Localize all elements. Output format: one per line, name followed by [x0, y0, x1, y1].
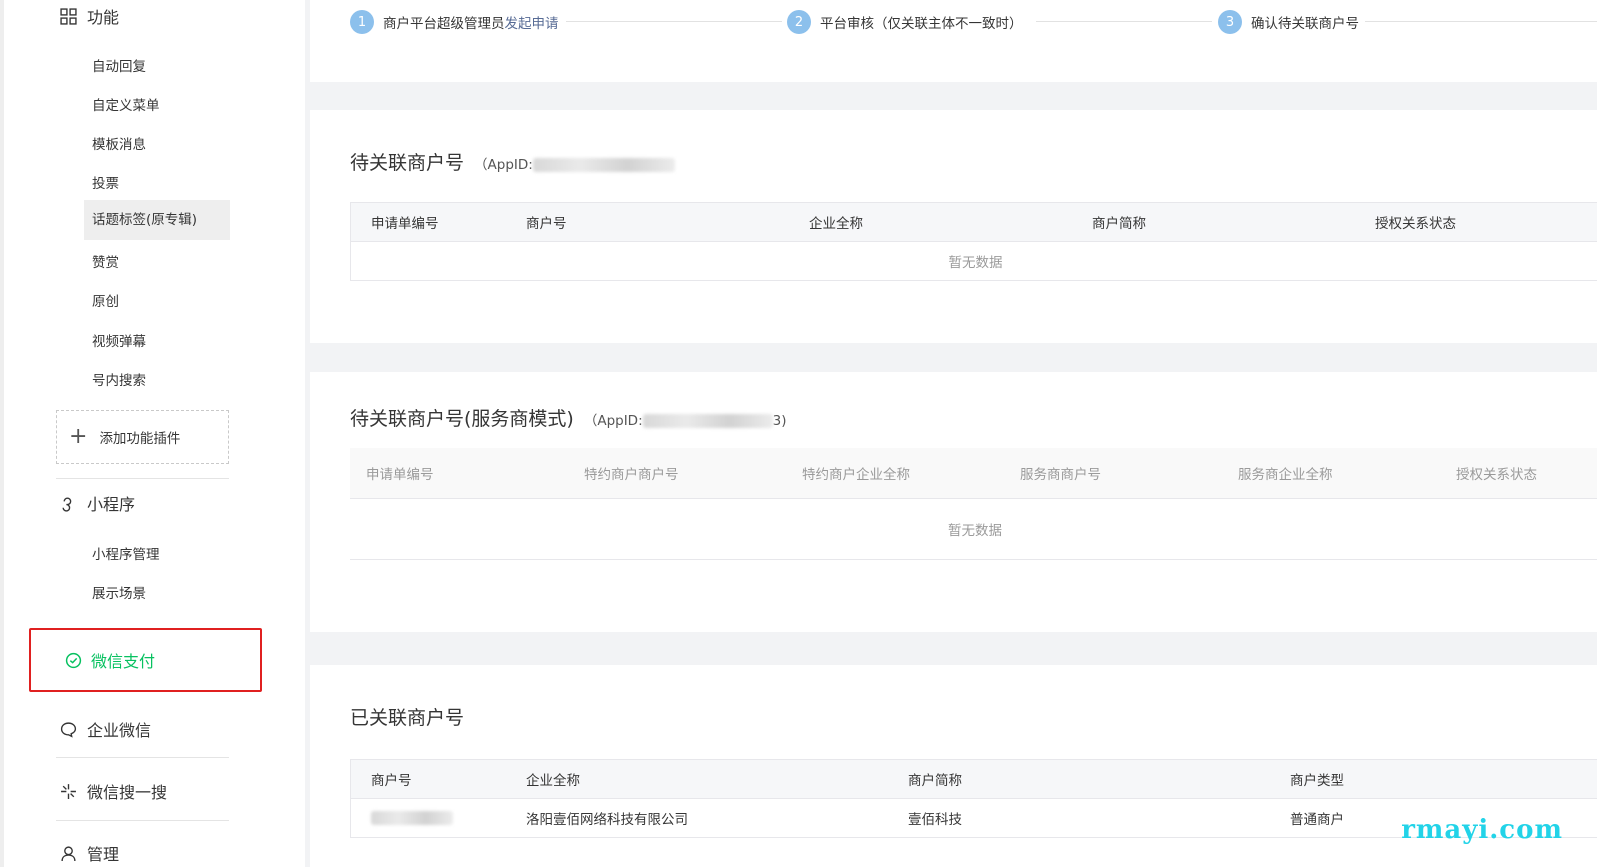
step-3: 3 确认待关联商户号	[1218, 10, 1359, 34]
redacted-merchant-no	[371, 811, 453, 825]
linked-title: 已关联商户号	[350, 703, 464, 730]
step-1-text: 商户平台超级管理员	[383, 16, 505, 32]
pending-sp-merchants-table: 申请单编号 特约商户商户号 特约商户企业全称 服务商商户号 服务商企业全称 授权…	[350, 448, 1597, 560]
sparkle-icon	[61, 783, 76, 799]
nav-group-miniprogram-label: 小程序	[87, 495, 136, 514]
sidebar-item-topic-tag[interactable]: 话题标签(原专辑)	[84, 200, 230, 240]
pending-sp-merchants-panel: 待关联商户号(服务商模式) （AppID: 3) 申请单编号 特约商户商户号 特约…	[310, 372, 1597, 632]
apply-link[interactable]: 发起申请	[505, 12, 559, 32]
sidebar-item-vote[interactable]: 投票	[92, 172, 119, 192]
nav-group-search[interactable]: 微信搜一搜	[60, 779, 167, 803]
step-connector	[1036, 21, 1212, 22]
step-2: 2 平台审核（仅关联主体不一致时）	[787, 10, 1023, 34]
empty-state: 暂无数据	[350, 498, 1597, 560]
plus-icon: +	[69, 424, 88, 449]
table-row: 暂无数据	[350, 498, 1597, 560]
linked-title-text: 已关联商户号	[350, 707, 465, 729]
col-merchant-type: 商户类型	[1270, 759, 1597, 799]
watermark: rmayi.com	[1401, 815, 1563, 845]
sidebar: 功能 自动回复 自定义菜单 模板消息 投票 话题标签(原专辑) 赞赏 原创 视频…	[0, 0, 305, 867]
pending-merchants-table: 申请单编号 商户号 企业全称 商户简称 授权关系状态 暂无数据	[350, 202, 1597, 281]
step-1: 1 商户平台超级管理员 发起申请	[350, 10, 559, 34]
sidebar-item-miniprogram-manage[interactable]: 小程序管理	[92, 543, 160, 563]
nav-group-manage[interactable]: 管理	[60, 841, 119, 865]
sidebar-item-custom-menu[interactable]: 自定义菜单	[92, 94, 160, 114]
table-header-row: 申请单编号 商户号 企业全称 商户简称 授权关系状态	[350, 202, 1597, 242]
table-row: 暂无数据	[350, 241, 1597, 281]
miniprogram-icon	[62, 497, 72, 512]
pending-sp-appid-prefix: （AppID:	[583, 413, 643, 429]
pending-sp-appid-suffix: 3)	[772, 413, 787, 429]
table-header-row: 商户号 企业全称 商户简称 商户类型	[350, 759, 1597, 799]
sidebar-item-display-scene[interactable]: 展示场景	[92, 582, 146, 602]
nav-group-wework[interactable]: 企业微信	[60, 717, 151, 741]
col-company-name: 企业全称	[789, 202, 1072, 242]
sidebar-divider	[56, 478, 229, 479]
col-application-no: 申请单编号	[350, 448, 568, 499]
col-merchant-short: 商户简称	[888, 759, 1270, 799]
col-application-no: 申请单编号	[350, 202, 506, 242]
step-3-number: 3	[1218, 10, 1242, 34]
steps-panel: 1 商户平台超级管理员 发起申请 2 平台审核（仅关联主体不一致时） 3 确认待…	[310, 0, 1597, 82]
wechat-pay-label: 微信支付	[91, 652, 156, 671]
cell-company-name: 洛阳壹佰网络科技有限公司	[506, 798, 888, 838]
pending-title-text: 待关联商户号	[350, 152, 465, 174]
nav-group-miniprogram[interactable]: 小程序	[60, 491, 135, 515]
col-sp-merchant-no: 服务商商户号	[1004, 448, 1222, 499]
user-manage-icon	[61, 845, 76, 861]
wework-icon	[60, 721, 77, 738]
step-3-text: 确认待关联商户号	[1251, 16, 1359, 32]
redacted-appid	[642, 414, 773, 428]
redacted-appid	[532, 158, 675, 172]
pending-sp-appid: （AppID: 3)	[584, 409, 787, 429]
col-company-name: 企业全称	[506, 759, 888, 799]
sidebar-item-video-danmaku[interactable]: 视频弹幕	[92, 330, 146, 350]
cell-merchant-no	[350, 798, 506, 838]
step-2-text: 平台审核（仅关联主体不一致时）	[820, 16, 1023, 32]
col-auth-status: 授权关系状态	[1440, 448, 1597, 499]
sidebar-divider	[56, 820, 229, 821]
nav-group-function[interactable]: 功能	[60, 4, 119, 28]
nav-group-manage-label: 管理	[87, 845, 120, 864]
sidebar-item-reward[interactable]: 赞赏	[92, 251, 119, 271]
pending-appid: （AppID:	[474, 153, 675, 173]
sidebar-item-template-message[interactable]: 模板消息	[92, 133, 146, 153]
wechat-pay-icon	[65, 652, 82, 668]
nav-group-function-label: 功能	[87, 8, 120, 27]
step-2-number: 2	[787, 10, 811, 34]
empty-state: 暂无数据	[350, 241, 1597, 281]
pending-sp-title-text: 待关联商户号(服务商模式)	[350, 408, 574, 430]
pending-merchants-panel: 待关联商户号 （AppID: 申请单编号 商户号 企业全称 商户简称 授权关系状…	[310, 110, 1597, 343]
col-merchant-short: 商户简称	[1072, 202, 1355, 242]
pending-sp-title: 待关联商户号(服务商模式) （AppID: 3)	[350, 404, 787, 431]
sidebar-item-in-account-search[interactable]: 号内搜索	[92, 369, 146, 389]
add-plugin-button[interactable]: + 添加功能插件	[56, 410, 229, 464]
cell-merchant-short: 壹佰科技	[888, 798, 1270, 838]
table-header-row: 申请单编号 特约商户商户号 特约商户企业全称 服务商商户号 服务商企业全称 授权…	[350, 448, 1597, 499]
nav-group-wework-label: 企业微信	[87, 721, 152, 740]
step-connector	[1365, 21, 1597, 22]
col-sp-company: 服务商企业全称	[1222, 448, 1440, 499]
pending-title: 待关联商户号 （AppID:	[350, 148, 675, 175]
col-special-merchant-company: 特约商户企业全称	[786, 448, 1004, 499]
grid-icon	[60, 7, 77, 25]
sidebar-item-wechat-pay[interactable]: 微信支付	[29, 628, 262, 692]
add-plugin-label: 添加功能插件	[99, 431, 181, 447]
sidebar-item-auto-reply[interactable]: 自动回复	[92, 55, 146, 75]
col-merchant-no: 商户号	[350, 759, 506, 799]
sidebar-divider	[56, 757, 229, 758]
pending-appid-prefix: （AppID:	[474, 157, 533, 173]
nav-group-search-label: 微信搜一搜	[87, 783, 168, 802]
step-connector	[566, 21, 782, 22]
col-auth-status: 授权关系状态	[1355, 202, 1597, 242]
col-merchant-no: 商户号	[506, 202, 789, 242]
step-1-number: 1	[350, 10, 374, 34]
col-special-merchant-no: 特约商户商户号	[568, 448, 786, 499]
sidebar-item-original[interactable]: 原创	[92, 290, 119, 310]
